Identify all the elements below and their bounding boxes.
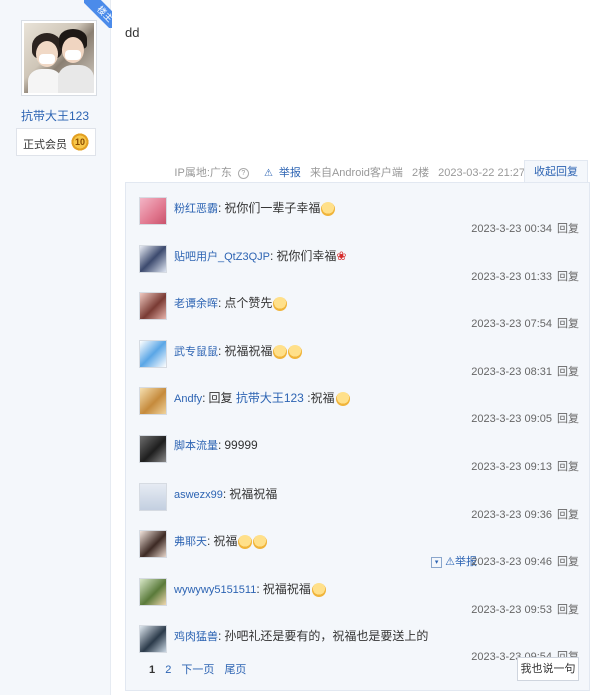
smile-emoji-icon <box>321 201 336 216</box>
reply-username[interactable]: 粉红恶霸 <box>174 203 218 215</box>
reply-text: 回复 <box>208 391 236 406</box>
reply-text: 祝福祝福 <box>229 486 278 501</box>
reply-content: wywywy5151511: 祝福祝福 <box>174 580 326 597</box>
reply-username[interactable]: wywywy5151511 <box>174 584 256 596</box>
pagination: 1 2 下一页 尾页 <box>149 661 253 677</box>
reply-item: Andfy: 回复 抗带大王123 :祝福 2023-3-23 09:05 回复 <box>126 375 589 425</box>
reply-separator: : <box>207 534 211 549</box>
reply-separator: : <box>218 343 222 358</box>
reply-avatar[interactable] <box>139 292 167 321</box>
reply-username[interactable]: 老谭余晖 <box>174 298 218 310</box>
author-avatar[interactable] <box>21 20 97 96</box>
reply-avatar[interactable] <box>139 244 167 273</box>
reply-item: 贴吧用户_QtZ3QJP: 祝你们幸福❀ 2023-3-23 01:33 回复 <box>126 233 589 283</box>
reply-text: 祝福 <box>213 534 238 549</box>
reply-avatar[interactable] <box>139 435 167 463</box>
reply-panel: 粉红恶霸: 祝你们一辈子幸福 2023-3-23 00:34 回复 贴吧用户_QtZ3Q… <box>125 182 590 691</box>
page-1[interactable]: 1 <box>149 664 155 676</box>
reply-content: 武专鼠鼠: 祝福祝福 <box>174 342 303 359</box>
reply-separator: : <box>218 296 222 311</box>
reply-text-tail: :祝福 <box>303 391 335 406</box>
reply-separator: : <box>222 486 227 501</box>
reply-content: aswezx99: 祝福祝福 <box>174 485 277 502</box>
smile-emoji-icon <box>273 344 288 359</box>
reply-text: 祝你们幸福 <box>276 248 337 263</box>
reply-avatar[interactable] <box>139 482 167 511</box>
reply-text: 祝福祝福 <box>262 581 311 596</box>
smile-emoji-icon <box>273 297 288 312</box>
reply-content: 弗耶天: 祝福 <box>174 532 268 550</box>
reply-separator: : <box>218 438 222 452</box>
op-corner-badge: 楼主 <box>84 0 112 28</box>
avatar-image <box>24 23 94 93</box>
post-source: 来自Android客户端 <box>309 167 403 179</box>
reply-username[interactable]: 脚本流量 <box>174 440 218 452</box>
reply-content: 粉红恶霸: 祝你们一辈子幸福 <box>174 199 336 216</box>
member-label: 正式会员 <box>23 139 67 151</box>
reply-separator: : <box>269 248 274 263</box>
reply-item: 鸡肉猛兽:孙吧礼还是要有的，祝福也是要送上的2023-3-23 09:54回复 <box>126 613 589 663</box>
next-page-link[interactable]: 下一页 <box>181 664 214 676</box>
reply-avatar[interactable] <box>139 530 167 559</box>
report-link[interactable]: ⚠ 举报 <box>258 167 301 179</box>
floor-number: 2楼 <box>411 167 430 179</box>
level-badge-icon: 10 <box>70 132 90 152</box>
reply-item: 脚本流量: 99999 2023-3-23 09:13 回复 <box>126 423 589 473</box>
smile-emoji-icon <box>335 392 350 407</box>
help-icon[interactable]: ? <box>237 167 249 179</box>
reply-text: 点个赞先 <box>224 296 273 311</box>
reply-username[interactable]: 鸡肉猛兽 <box>174 631 218 643</box>
post-tail-bar: IP属地:广东? ⚠ 举报 来自Android客户端 2楼 2023-03-22 … <box>110 160 600 183</box>
reply-text: 祝你们一辈子幸福 <box>224 201 321 215</box>
reply-content: Andfy: 回复 抗带大王123 :祝福 <box>174 389 350 407</box>
warning-icon: ⚠ <box>263 168 273 179</box>
reply-text: 孙吧礼还是要有的，祝福也是要送上的 <box>224 629 429 644</box>
reply-content: 老谭余晖: 点个赞先 <box>174 294 288 312</box>
smile-emoji-icon <box>288 344 303 359</box>
reply-separator: : <box>202 391 206 406</box>
smile-emoji-icon <box>311 582 326 597</box>
reply-separator: : <box>218 201 222 215</box>
reply-content: 贴吧用户_QtZ3QJP: 祝你们幸福❀ <box>174 247 346 264</box>
reply-content: 脚本流量: 99999 <box>174 437 258 453</box>
reply-avatar[interactable] <box>139 625 167 654</box>
reply-item: 老谭余晖: 点个赞先 2023-3-23 07:54 回复 <box>126 280 589 330</box>
page-2[interactable]: 2 <box>165 664 171 676</box>
last-page-link[interactable]: 尾页 <box>224 664 246 676</box>
ip-location: IP属地:广东? <box>168 167 249 179</box>
reply-item: 弗耶天: 祝福 ▾ ⚠举报 2023-3-23 09:46 回复 <box>126 518 589 568</box>
reply-avatar[interactable] <box>139 339 167 368</box>
reply-item: 粉红恶霸: 祝你们一辈子幸福 2023-3-23 00:34 回复 <box>126 185 589 235</box>
reply-separator: : <box>218 629 222 644</box>
reply-username[interactable]: 贴吧用户_QtZ3QJP <box>174 251 270 263</box>
mention-link[interactable]: 抗带大王123 <box>236 391 304 405</box>
say-something-button[interactable]: 我也说一句 <box>517 657 579 681</box>
reply-username[interactable]: 弗耶天 <box>174 536 207 548</box>
reply-username[interactable]: 武专鼠鼠 <box>174 346 218 358</box>
post-content: dd <box>125 25 140 40</box>
reply-username[interactable]: aswezx99 <box>174 489 223 501</box>
reply-avatar[interactable] <box>139 387 167 416</box>
reply-item: wywywy5151511: 祝福祝福 2023-3-23 09:53 回复 <box>126 566 589 616</box>
post-meta: IP属地:广东? ⚠ 举报 来自Android客户端 2楼 2023-03-22 … <box>162 164 525 180</box>
reply-item: aswezx99: 祝福祝福 2023-3-23 09:36 回复 <box>126 471 589 521</box>
post-time: 2023-03-22 21:27 <box>438 167 525 179</box>
reply-separator: : <box>256 581 260 596</box>
reply-avatar[interactable] <box>139 577 167 606</box>
reply-text: 祝福祝福 <box>224 343 273 358</box>
smile-emoji-icon <box>253 535 268 550</box>
reply-username[interactable]: Andfy <box>174 393 202 405</box>
author-username[interactable]: 抗带大王123 <box>0 107 110 124</box>
reply-avatar[interactable] <box>139 197 167 225</box>
author-sidebar: 楼主 抗带大王123 正式会员 10 <box>0 0 112 695</box>
rose-icon: ❀ <box>336 249 347 264</box>
smile-emoji-icon <box>238 535 253 550</box>
reply-text: 99999 <box>224 438 258 452</box>
member-level-box: 正式会员 10 <box>16 128 96 156</box>
reply-content: 鸡肉猛兽: 孙吧礼还是要有的，祝福也是要送上的 <box>174 627 428 644</box>
collapse-replies-button[interactable]: 收起回复 <box>524 160 588 183</box>
reply-item: 武专鼠鼠: 祝福祝福 2023-3-23 08:31 回复 <box>126 328 589 378</box>
